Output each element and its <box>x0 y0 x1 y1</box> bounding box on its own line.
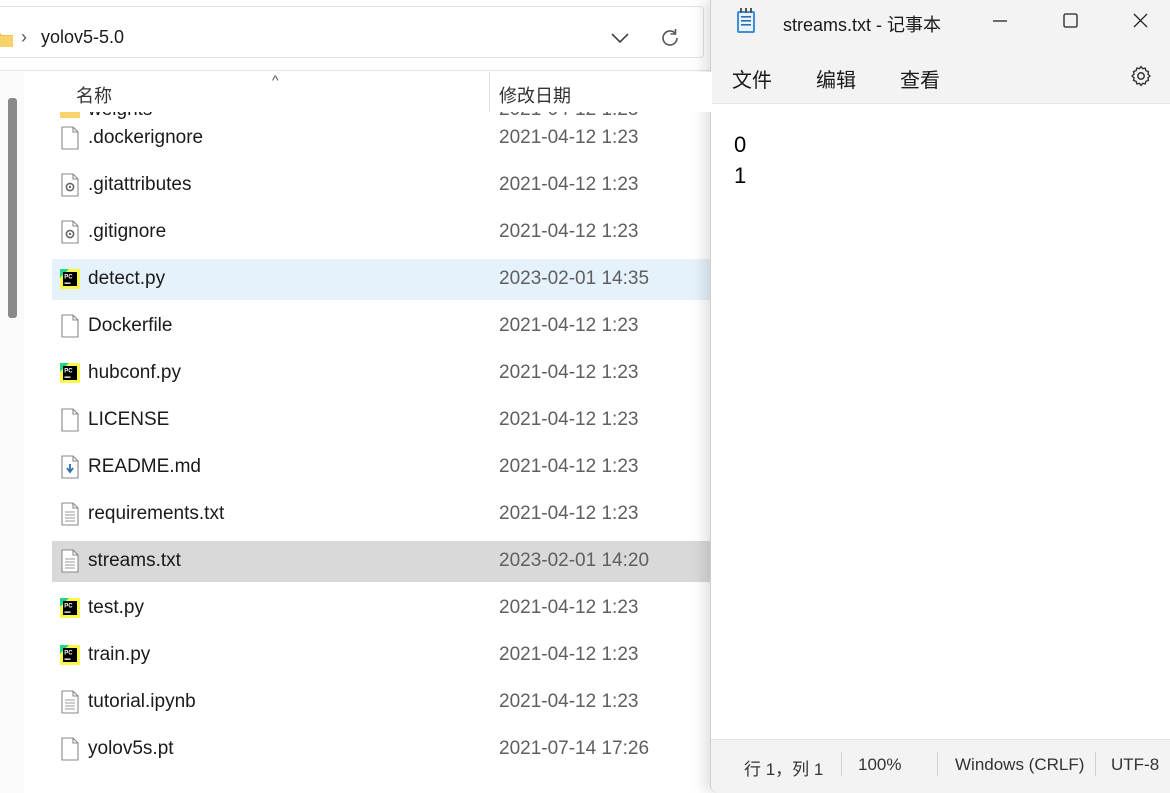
sort-ascending-icon: ^ <box>272 72 279 88</box>
file-row[interactable]: requirements.txt 2021-04-12 1:23 <box>52 494 712 535</box>
svg-text:PC: PC <box>64 650 73 656</box>
address-bar[interactable]: › yolov5-5.0 <box>0 6 704 58</box>
file-modified-date: 2021-04-12 1:23 <box>499 691 639 712</box>
file-name: streams.txt <box>88 550 181 571</box>
settings-gear-icon[interactable] <box>1129 64 1153 88</box>
file-row[interactable]: Dockerfile 2021-04-12 1:23 <box>52 306 712 347</box>
svg-text:PC: PC <box>64 274 73 280</box>
file-row[interactable]: yolov5s.pt 2021-07-14 17:26 <box>52 729 712 770</box>
text-editor-area[interactable]: 0 1 <box>711 103 1170 739</box>
file-row[interactable]: LICENSE 2021-04-12 1:23 <box>52 400 712 441</box>
file-row[interactable]: .gitattributes 2021-04-12 1:23 <box>52 165 712 206</box>
chevron-down-icon[interactable] <box>609 27 631 49</box>
maximize-button[interactable] <box>1047 6 1093 36</box>
file-icon <box>60 314 80 338</box>
file-name: .dockerignore <box>88 127 204 148</box>
file-modified-date: 2023-02-01 14:35 <box>499 268 650 289</box>
file-modified-date: 2021-04-12 1:23 <box>499 456 639 477</box>
file-row[interactable]: PC test.py 2021-04-12 1:23 <box>52 588 712 629</box>
file-row[interactable]: PC hubconf.py 2021-04-12 1:23 <box>52 353 712 394</box>
column-header-name[interactable]: 名称 <box>76 82 112 108</box>
file-modified-date: 2021-04-12 1:23 <box>499 362 639 383</box>
pycharm-file-icon: PC <box>60 267 80 291</box>
file-modified-date: 2021-04-12 1:23 <box>499 644 639 665</box>
text-file-icon <box>60 690 80 714</box>
status-bar: 行 1，列 1 100% Windows (CRLF) UTF-8 <box>711 739 1170 787</box>
file-name: .gitattributes <box>88 174 192 195</box>
file-name: .gitignore <box>88 221 167 242</box>
file-modified-date: 2021-04-12 1:23 <box>499 174 639 195</box>
file-row[interactable]: PC train.py 2021-04-12 1:23 <box>52 635 712 676</box>
status-encoding: UTF-8 <box>1111 755 1160 774</box>
file-modified-date: 2021-04-12 1:23 <box>499 221 639 242</box>
config-file-icon <box>60 173 80 197</box>
notepad-window: streams.txt - 记事本 文件 编辑 查看 0 1 行 1，列 1 1… <box>710 0 1170 793</box>
minimize-button[interactable] <box>977 6 1023 36</box>
file-row[interactable]: .gitignore 2021-04-12 1:23 <box>52 212 712 253</box>
column-header: 名称 ^ 修改日期 <box>26 72 712 112</box>
file-modified-date: 2021-04-12 1:23 <box>499 597 639 618</box>
status-divider <box>1095 752 1096 776</box>
notepad-icon <box>737 8 755 33</box>
file-name: README.md <box>88 456 201 477</box>
column-divider[interactable] <box>489 72 490 112</box>
file-explorer-window: › yolov5-5.0 名称 ^ 修改日期 weights2021-04-12… <box>0 0 712 793</box>
config-file-icon <box>60 220 80 244</box>
menu-bar: 文件 编辑 查看 <box>711 52 1170 100</box>
file-row[interactable]: README.md 2021-04-12 1:23 <box>52 447 712 488</box>
svg-text:PC: PC <box>64 603 73 609</box>
menu-file[interactable]: 文件 <box>732 64 772 93</box>
close-button[interactable] <box>1117 6 1163 36</box>
file-icon <box>60 126 80 150</box>
window-title: streams.txt - 记事本 <box>783 15 942 35</box>
status-line-ending: Windows (CRLF) <box>955 755 1085 774</box>
file-row[interactable]: streams.txt 2023-02-01 14:20 <box>52 541 712 582</box>
file-icon <box>60 408 80 432</box>
editor-line: 0 <box>734 132 747 157</box>
file-row[interactable]: PC detect.py 2023-02-01 14:35 <box>52 259 712 300</box>
toolbar-divider <box>0 70 712 71</box>
pycharm-file-icon: PC <box>60 361 80 385</box>
editor-line: 1 <box>734 163 747 188</box>
pycharm-file-icon: PC <box>60 643 80 667</box>
pycharm-file-icon: PC <box>60 596 80 620</box>
file-modified-date: 2021-04-12 1:23 <box>499 503 639 524</box>
file-name: hubconf.py <box>88 362 181 383</box>
file-list: 名称 ^ 修改日期 weights2021-04-12 1:23.dockeri… <box>26 72 712 793</box>
status-divider <box>841 752 842 776</box>
breadcrumb[interactable]: yolov5-5.0 <box>41 27 124 48</box>
file-name: detect.py <box>88 268 166 289</box>
file-name: test.py <box>88 597 144 618</box>
text-file-icon <box>60 549 80 573</box>
file-name: train.py <box>88 644 151 665</box>
status-cursor-position: 行 1，列 1 <box>744 760 824 779</box>
file-modified-date: 2023-02-01 14:20 <box>499 550 650 571</box>
file-modified-date: 2021-04-12 1:23 <box>499 409 639 430</box>
svg-text:PC: PC <box>64 368 73 374</box>
file-name: Dockerfile <box>88 315 173 336</box>
chevron-right-icon: › <box>21 27 27 47</box>
status-zoom: 100% <box>858 755 902 774</box>
file-row[interactable]: .dockerignore 2021-04-12 1:23 <box>52 118 712 159</box>
title-bar[interactable]: streams.txt - 记事本 <box>711 0 1170 44</box>
file-modified-date: 2021-04-12 1:23 <box>499 127 639 148</box>
folder-icon <box>0 33 13 47</box>
column-header-date[interactable]: 修改日期 <box>499 82 571 108</box>
menu-edit[interactable]: 编辑 <box>816 64 856 93</box>
file-name: tutorial.ipynb <box>88 691 196 712</box>
file-name: LICENSE <box>88 409 170 430</box>
menu-view[interactable]: 查看 <box>900 64 940 93</box>
status-divider <box>937 752 938 776</box>
refresh-icon[interactable] <box>659 27 681 49</box>
file-row[interactable]: tutorial.ipynb 2021-04-12 1:23 <box>52 682 712 723</box>
markdown-file-icon <box>60 455 80 479</box>
file-modified-date: 2021-04-12 1:23 <box>499 315 639 336</box>
file-name: yolov5s.pt <box>88 738 174 759</box>
text-file-icon <box>60 502 80 526</box>
file-name: requirements.txt <box>88 503 225 524</box>
file-modified-date: 2021-07-14 17:26 <box>499 738 650 759</box>
scrollbar-thumb[interactable] <box>8 98 17 318</box>
file-icon <box>60 737 80 761</box>
